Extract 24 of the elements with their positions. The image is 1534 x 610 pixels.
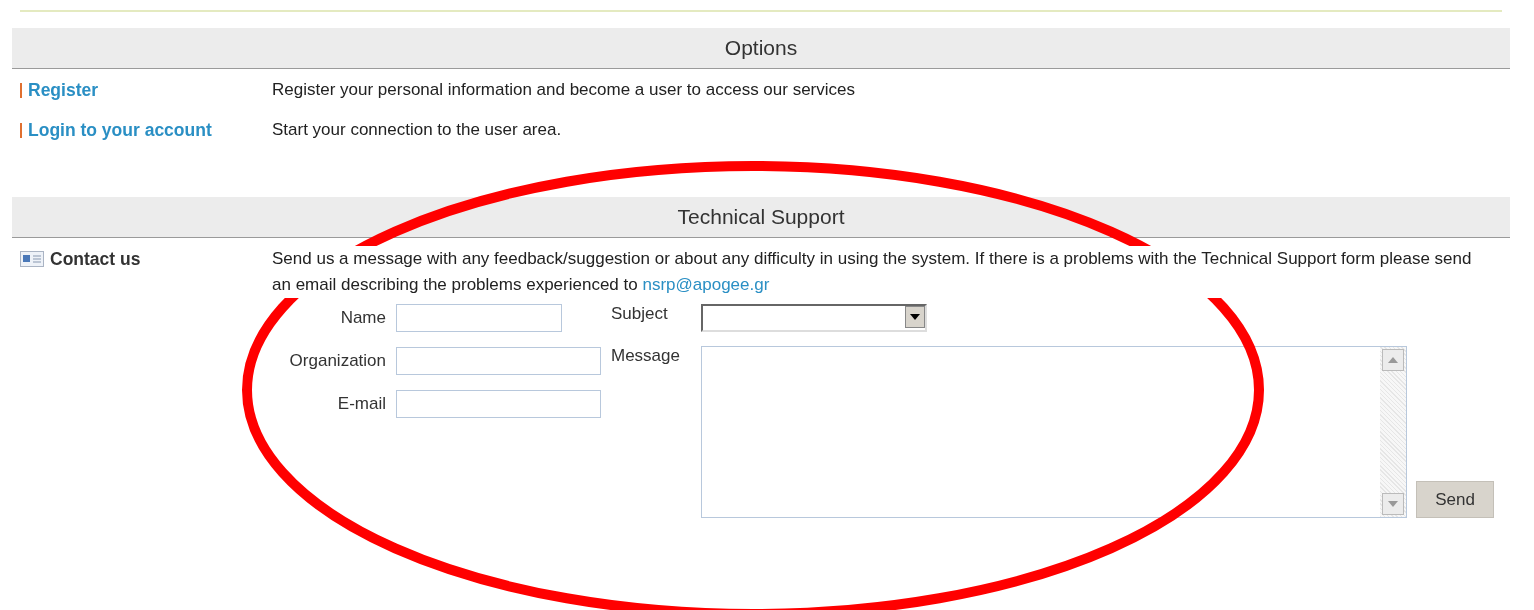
text-input[interactable]: [396, 347, 601, 375]
caret-icon: [910, 314, 920, 320]
field-label: E-mail: [336, 394, 386, 414]
description-text: Start your connection to the user area.: [272, 119, 563, 141]
contact-card-icon: [20, 251, 44, 267]
text-input[interactable]: [396, 390, 601, 418]
field-label: Subject: [611, 304, 669, 324]
field-label: Organization: [288, 351, 386, 371]
text-input[interactable]: [396, 304, 562, 332]
up-arrow-icon: [1388, 357, 1398, 363]
field-label: Message: [611, 346, 681, 366]
email-link[interactable]: nsrp@apogee.gr: [642, 275, 770, 294]
scrollbar[interactable]: [1380, 347, 1406, 517]
nav-link[interactable]: Register: [28, 79, 99, 101]
message-field[interactable]: [701, 346, 1407, 518]
down-arrow-icon: [1388, 501, 1398, 507]
section-header: Technical Support: [12, 197, 1510, 238]
field-label: Name: [339, 308, 386, 328]
nav-link[interactable]: Login to your account: [28, 119, 212, 141]
description-text: Register your personal information and become a user to access our services: [272, 79, 856, 101]
send-button[interactable]: Send: [1416, 481, 1494, 518]
section-header: Options: [12, 28, 1510, 69]
section-label: Contact us: [50, 248, 141, 270]
subject-select[interactable]: [701, 304, 927, 332]
